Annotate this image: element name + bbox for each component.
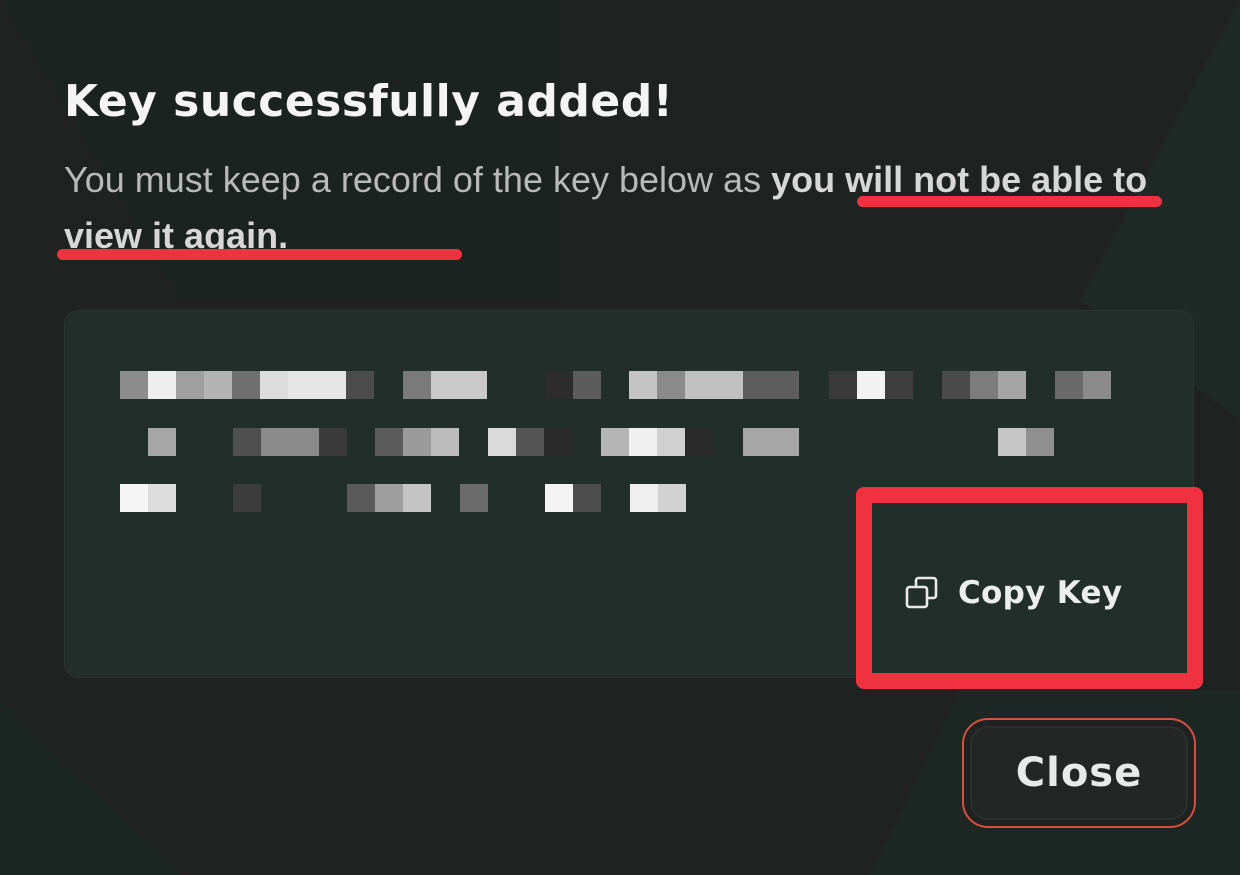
redaction-block — [601, 428, 629, 456]
redaction-block — [1055, 371, 1083, 399]
redaction-block — [685, 428, 713, 456]
copy-icon — [905, 576, 938, 609]
redaction-block — [233, 484, 261, 512]
redaction-block — [375, 428, 403, 456]
redaction-block — [148, 484, 176, 512]
redaction-block — [319, 428, 347, 456]
copy-key-button[interactable]: Copy Key — [904, 562, 1122, 624]
redaction-block — [261, 428, 319, 456]
redaction-block — [431, 428, 459, 456]
redaction-block — [544, 428, 572, 456]
redaction-block — [998, 428, 1026, 456]
redaction-block — [545, 371, 573, 399]
dialog-message: You must keep a record of the key below … — [64, 152, 1174, 264]
redaction-block — [629, 428, 657, 456]
redaction-block — [629, 371, 657, 399]
redaction-block — [346, 371, 374, 399]
annotation-underline — [57, 249, 462, 260]
redaction-block — [120, 484, 148, 512]
redaction-block — [288, 371, 346, 399]
key-added-dialog: Key successfully added! You must keep a … — [0, 0, 1240, 875]
redaction-block — [347, 484, 375, 512]
redaction-block — [998, 371, 1026, 399]
redaction-block — [743, 371, 799, 399]
message-text: You must keep a record of the key below … — [64, 159, 772, 200]
redaction-block — [743, 428, 799, 456]
redaction-block — [403, 371, 431, 399]
close-button[interactable]: Close — [962, 718, 1196, 828]
dialog-title: Key successfully added! — [64, 76, 674, 127]
redaction-block — [657, 371, 685, 399]
redaction-block — [970, 371, 998, 399]
redaction-block — [120, 371, 148, 399]
annotation-underline — [857, 196, 1162, 207]
redaction-block — [829, 371, 857, 399]
redaction-block — [403, 484, 431, 512]
redaction-block — [545, 484, 573, 512]
redaction-block — [1083, 371, 1111, 399]
redaction-block — [885, 371, 913, 399]
redaction-block — [260, 371, 288, 399]
redaction-block — [375, 484, 403, 512]
redaction-block — [403, 428, 431, 456]
redaction-block — [516, 428, 544, 456]
redaction-block — [176, 371, 204, 399]
redaction-block — [630, 484, 658, 512]
redaction-block — [573, 371, 601, 399]
redaction-block — [657, 428, 685, 456]
redaction-block — [488, 428, 516, 456]
redaction-block — [942, 371, 970, 399]
copy-key-label: Copy Key — [958, 575, 1123, 611]
redaction-block — [148, 371, 176, 399]
redaction-block — [658, 484, 686, 512]
redaction-block — [1026, 428, 1054, 456]
redaction-block — [573, 484, 601, 512]
redaction-block — [431, 371, 487, 399]
redaction-block — [685, 371, 743, 399]
redaction-block — [148, 428, 176, 456]
redaction-block — [204, 371, 232, 399]
redaction-block — [460, 484, 488, 512]
redaction-block — [232, 371, 260, 399]
redaction-block — [857, 371, 885, 399]
redaction-block — [233, 428, 261, 456]
